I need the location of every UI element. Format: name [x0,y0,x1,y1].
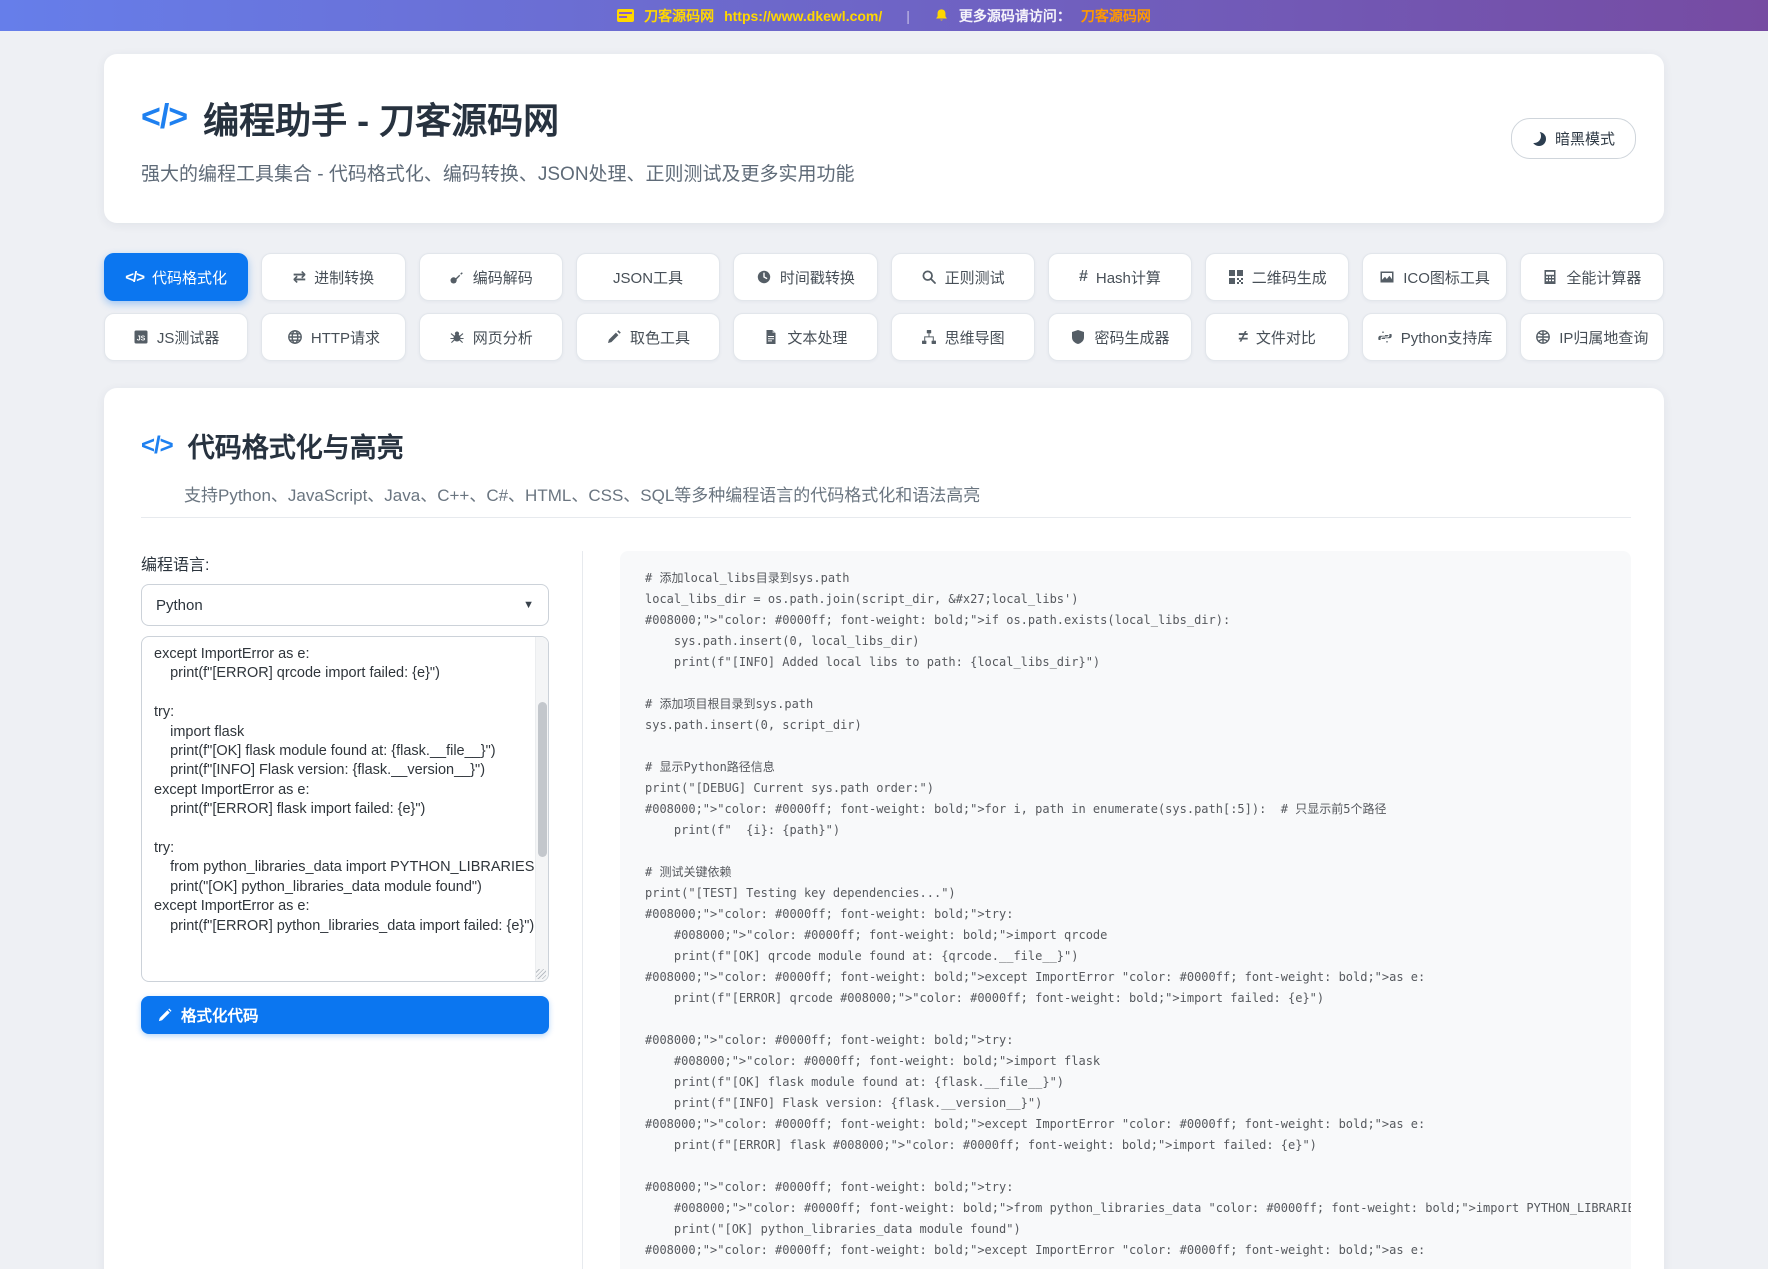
chevron-down-icon: ▼ [523,599,534,611]
tool-subtitle: 支持Python、JavaScript、Java、C++、C#、HTML、CSS… [184,481,1631,506]
output-panel: # 添加local_libs目录到sys.path local_libs_dir… [620,551,1631,1269]
tab-json-tools[interactable]: JSON工具 [576,253,720,301]
tab-label: 进制转换 [314,267,374,288]
tool-title: 代码格式化与高亮 [188,426,404,465]
tab-label: 密码生成器 [1094,327,1169,348]
textarea-scrollbar[interactable] [535,637,548,981]
page-title: 编程助手 - 刀客源码网 [203,92,559,144]
format-button-label: 格式化代码 [181,1004,259,1026]
search-icon [921,269,937,285]
tab-timestamp[interactable]: 时间戳转换 [733,253,877,301]
code-input-wrap: except ImportError as e: print(f"[ERROR]… [141,636,549,982]
banner-more-link[interactable]: 刀客源码网 [1081,6,1151,26]
code-format-card: </> 代码格式化与高亮 支持Python、JavaScript、Java、C+… [104,388,1664,1269]
tab-code-format[interactable]: </> 代码格式化 [104,253,248,301]
file-icon [763,329,779,345]
code-icon: </> [141,98,187,137]
tab-hash-calc[interactable]: # Hash计算 [1048,253,1192,301]
banner-site-name: 刀客源码网 [644,6,714,26]
formatted-code-output: # 添加local_libs目录到sys.path local_libs_dir… [645,568,1606,1261]
resize-handle-icon[interactable] [536,969,546,979]
tab-label: 取色工具 [630,327,690,348]
code-input[interactable]: except ImportError as e: print(f"[ERROR]… [141,636,549,982]
tab-base-convert[interactable]: ⇄ 进制转换 [261,253,405,301]
pen-icon [157,1008,172,1023]
tab-regex-test[interactable]: 正则测试 [891,253,1035,301]
tab-file-diff[interactable]: ≠ 文件对比 [1205,313,1349,361]
editor-column: 编程语言: Python ▼ except ImportError as e: … [141,551,549,1269]
language-label: 编程语言: [141,551,549,575]
scrollbar-thumb[interactable] [538,702,547,857]
globe-alt-icon [1535,329,1551,345]
js-icon: JS [133,329,149,345]
banner-separator: | [892,8,924,24]
tab-label: JSON工具 [613,267,683,288]
tab-label: Python支持库 [1401,327,1493,348]
tab-label: 编码解码 [473,267,533,288]
vertical-divider [582,551,583,1269]
exchange-icon: ⇄ [293,267,306,287]
tab-label: 时间戳转换 [780,267,855,288]
language-select[interactable]: Python ▼ [141,584,549,626]
tab-js-tester[interactable]: JS JS测试器 [104,313,248,361]
tab-encode-decode[interactable]: 编码解码 [419,253,563,301]
clock-icon [756,269,772,285]
dark-mode-label: 暗黑模式 [1555,128,1615,149]
tab-password-gen[interactable]: 密码生成器 [1048,313,1192,361]
sitemap-icon [921,329,937,345]
tab-ico-tools[interactable]: ICO图标工具 [1362,253,1506,301]
top-banner: 刀客源码网 https://www.dkewl.com/ | 更多源码请访问： … [0,0,1768,31]
format-code-button[interactable]: 格式化代码 [141,996,549,1034]
page-subtitle: 强大的编程工具集合 - 代码格式化、编码转换、JSON处理、正则测试及更多实用功… [141,159,855,186]
tool-tabs: </> 代码格式化 ⇄ 进制转换 编码解码 JSON工具 时间戳转换 正则测试 … [104,253,1664,361]
banner-more-text: 更多源码请访问： [959,6,1071,26]
header-card: </> 编程助手 - 刀客源码网 强大的编程工具集合 - 代码格式化、编码转换、… [104,54,1664,223]
spider-icon [449,329,465,345]
tab-label: ICO图标工具 [1403,267,1490,288]
tab-calculator[interactable]: 全能计算器 [1520,253,1664,301]
shield-icon [1070,329,1086,345]
qrcode-icon [1228,269,1244,285]
tab-label: 思维导图 [945,327,1005,348]
tab-label: 网页分析 [473,327,533,348]
output-column: # 添加local_libs目录到sys.path local_libs_dir… [620,551,1631,1269]
tab-label: Hash计算 [1096,267,1161,288]
eyedropper-icon [606,329,622,345]
moon-icon [1532,132,1546,146]
key-icon [449,269,465,285]
not-equal-icon: ≠ [1239,327,1248,347]
tab-ip-lookup[interactable]: IP归属地查询 [1520,313,1664,361]
globe-icon [287,329,303,345]
bell-icon [934,8,949,23]
tab-label: 文本处理 [787,327,847,348]
tab-label: 文件对比 [1256,327,1316,348]
dark-mode-button[interactable]: 暗黑模式 [1511,118,1636,159]
calculator-icon [1542,269,1558,285]
tab-label: HTTP请求 [311,327,380,348]
tab-label: 代码格式化 [152,267,227,288]
tab-http-request[interactable]: HTTP请求 [261,313,405,361]
code-icon: </> [141,432,173,460]
image-icon [1379,269,1395,285]
card-icon [617,9,634,22]
tab-color-picker[interactable]: 取色工具 [576,313,720,361]
language-selected-value: Python [156,597,203,614]
tab-label: 正则测试 [945,267,1005,288]
tab-label: IP归属地查询 [1559,327,1648,348]
divider [141,517,1631,518]
banner-site-url-link[interactable]: https://www.dkewl.com/ [724,8,882,24]
tab-label: JS测试器 [157,327,220,348]
hash-icon: # [1079,268,1088,286]
tab-text-process[interactable]: 文本处理 [733,313,877,361]
tab-label: 二维码生成 [1252,267,1327,288]
code-icon: </> [125,269,144,286]
svg-text:JS: JS [137,336,146,343]
tab-mindmap[interactable]: 思维导图 [891,313,1035,361]
tab-label: 全能计算器 [1566,267,1641,288]
tab-qrcode[interactable]: 二维码生成 [1205,253,1349,301]
tab-python-libs[interactable]: Python支持库 [1362,313,1506,361]
tab-web-analyze[interactable]: 网页分析 [419,313,563,361]
python-icon [1377,329,1393,345]
